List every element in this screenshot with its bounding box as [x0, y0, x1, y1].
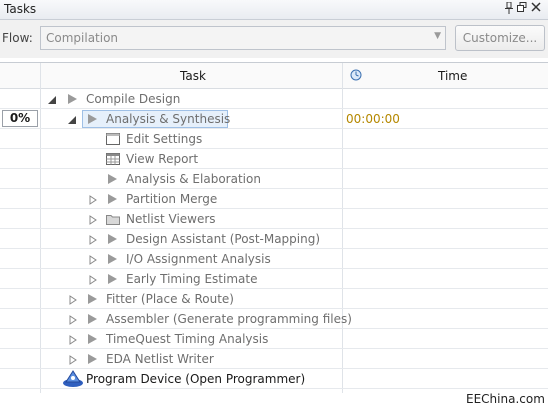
expand-triangle-icon[interactable]: [68, 114, 78, 124]
progress-percent: 0%: [2, 110, 38, 127]
task-label: Compile Design: [86, 92, 181, 106]
table-row[interactable]: EDA Netlist Writer: [0, 349, 548, 369]
collapse-triangle-icon[interactable]: [88, 274, 98, 285]
column-header-task[interactable]: Task: [180, 69, 206, 83]
play-icon: [106, 173, 120, 185]
play-icon: [106, 253, 120, 265]
table-row[interactable]: Netlist Viewers: [0, 209, 548, 229]
pin-icon[interactable]: [503, 1, 515, 17]
table-row[interactable]: Program Device (Open Programmer): [0, 369, 548, 389]
report-table-icon: [106, 153, 120, 165]
watermark: EEChina.com: [466, 392, 545, 406]
play-icon: [106, 193, 120, 205]
folder-icon: [106, 213, 120, 225]
collapse-triangle-icon[interactable]: [68, 334, 78, 345]
table-row[interactable]: Analysis & Elaboration: [0, 169, 548, 189]
clock-icon: [350, 69, 362, 84]
collapse-triangle-icon[interactable]: [88, 194, 98, 205]
float-icon[interactable]: [516, 2, 528, 15]
table-row[interactable]: TimeQuest Timing Analysis: [0, 329, 548, 349]
collapse-triangle-icon[interactable]: [68, 294, 78, 305]
collapse-triangle-icon[interactable]: [88, 254, 98, 265]
table-row[interactable]: Early Timing Estimate: [0, 269, 548, 289]
play-icon: [66, 93, 80, 105]
table-row[interactable]: Edit Settings: [0, 129, 548, 149]
collapse-triangle-icon[interactable]: [68, 354, 78, 365]
task-label: Netlist Viewers: [126, 212, 216, 226]
task-label: Early Timing Estimate: [126, 272, 258, 286]
table-row[interactable]: 0% Analysis & Synthesis 00:00:00: [0, 109, 548, 129]
chevron-down-icon: ▼: [434, 31, 441, 41]
expand-triangle-icon[interactable]: [48, 94, 58, 104]
panel-titlebar: Tasks: [0, 0, 548, 20]
task-label: Analysis & Elaboration: [126, 172, 261, 186]
task-label: Program Device (Open Programmer): [86, 372, 306, 386]
tasks-table: Task Time Compile Design 0% Analysis & Syn…: [0, 62, 548, 393]
play-icon: [86, 353, 100, 365]
column-header-time[interactable]: Time: [438, 69, 467, 83]
programmer-icon: [62, 370, 84, 388]
task-label: View Report: [126, 152, 199, 166]
task-label: Assembler (Generate programming files): [106, 312, 352, 326]
flow-select-value: Compilation: [46, 31, 119, 45]
play-icon: [106, 273, 120, 285]
flow-label: Flow:: [2, 31, 33, 45]
task-label: EDA Netlist Writer: [106, 352, 214, 366]
table-row[interactable]: Design Assistant (Post-Mapping): [0, 229, 548, 249]
task-label: Edit Settings: [126, 132, 203, 146]
play-icon: [86, 113, 100, 125]
table-row[interactable]: Fitter (Place & Route): [0, 289, 548, 309]
collapse-triangle-icon[interactable]: [68, 314, 78, 325]
task-label: Fitter (Place & Route): [106, 292, 234, 306]
play-icon: [106, 233, 120, 245]
close-icon[interactable]: [530, 2, 542, 15]
settings-window-icon: [106, 133, 120, 145]
table-row[interactable]: View Report: [0, 149, 548, 169]
table-row[interactable]: Assembler (Generate programming files): [0, 309, 548, 329]
play-icon: [86, 333, 100, 345]
task-label: I/O Assignment Analysis: [126, 252, 271, 266]
customize-button[interactable]: Customize...: [455, 25, 545, 51]
collapse-triangle-icon[interactable]: [88, 234, 98, 245]
table-header: Task Time: [0, 63, 548, 89]
task-label: Partition Merge: [126, 192, 218, 206]
flow-select[interactable]: Compilation ▼: [40, 26, 446, 50]
panel-title: Tasks: [4, 2, 37, 16]
task-label: Design Assistant (Post-Mapping): [126, 232, 321, 246]
play-icon: [86, 293, 100, 305]
collapse-triangle-icon[interactable]: [88, 214, 98, 225]
table-row[interactable]: Compile Design: [0, 89, 548, 109]
task-label: TimeQuest Timing Analysis: [106, 332, 269, 346]
play-icon: [86, 313, 100, 325]
table-row[interactable]: I/O Assignment Analysis: [0, 249, 548, 269]
task-time: 00:00:00: [346, 112, 400, 126]
task-label: Analysis & Synthesis: [106, 112, 231, 126]
table-row[interactable]: Partition Merge: [0, 189, 548, 209]
